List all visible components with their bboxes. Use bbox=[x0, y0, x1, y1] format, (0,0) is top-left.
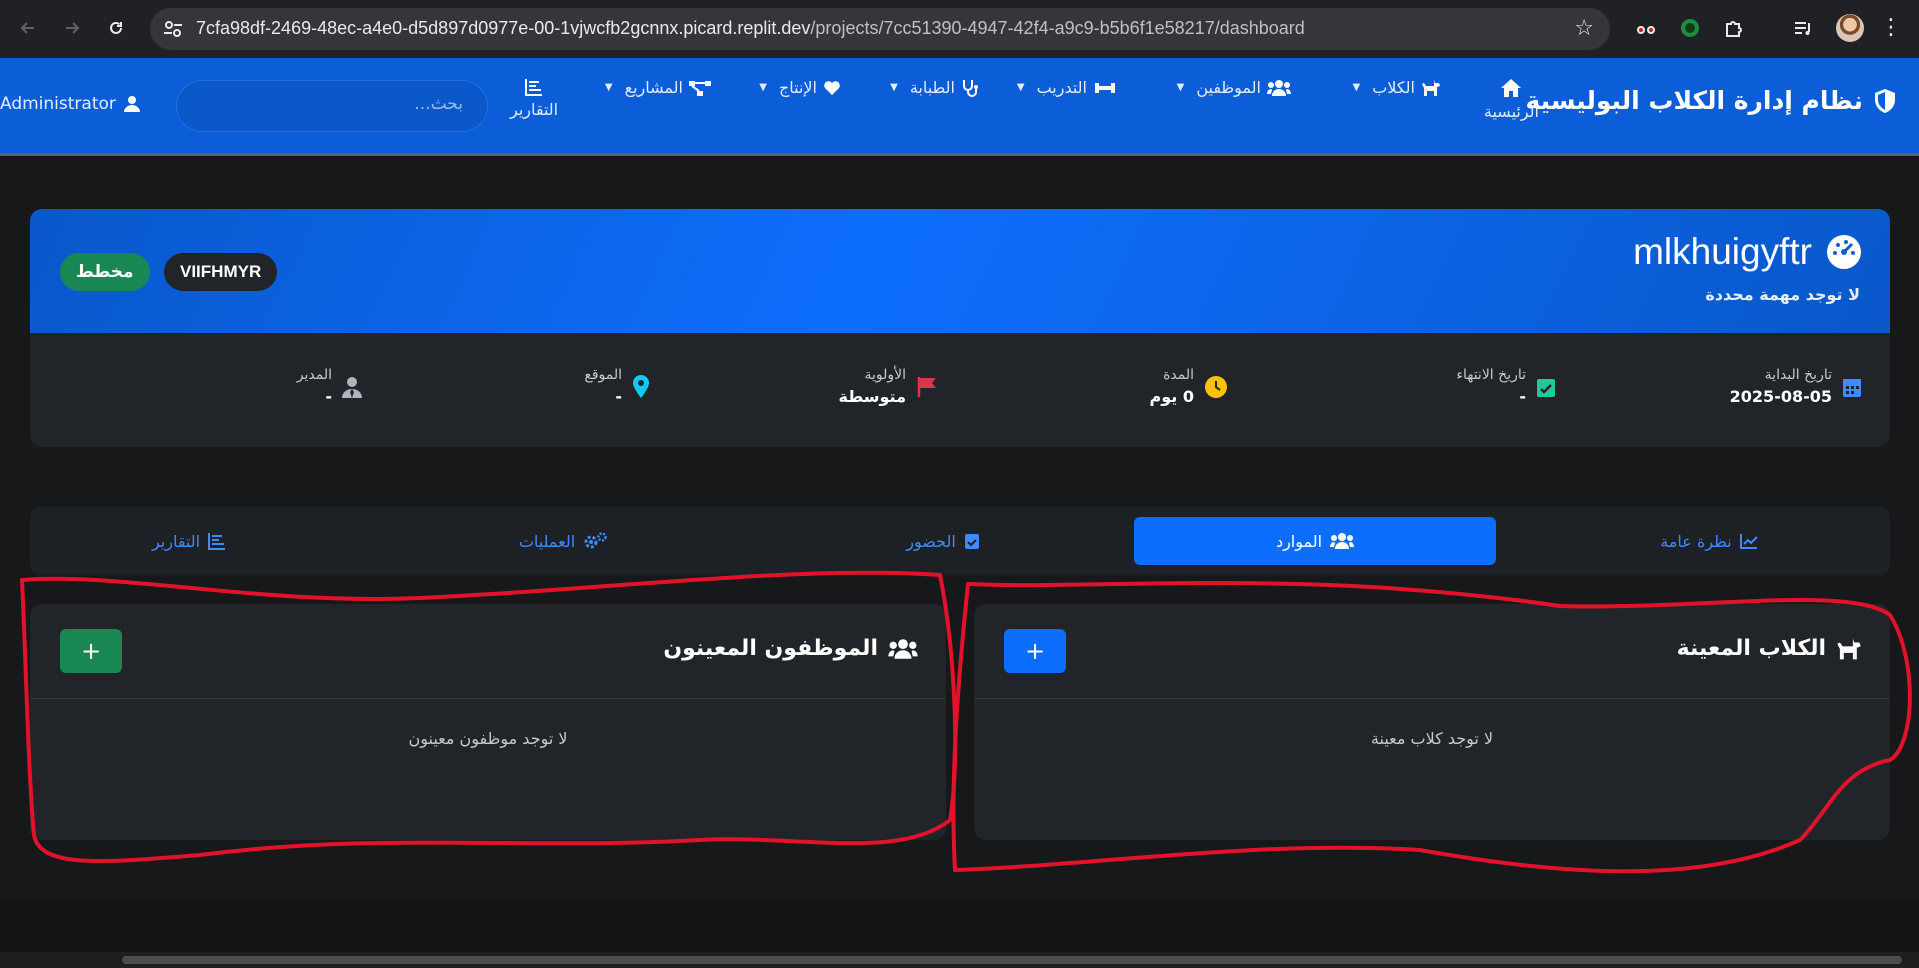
reload-icon[interactable] bbox=[100, 12, 132, 44]
cogs-icon bbox=[584, 532, 607, 549]
meta-priority: الأولوية متوسطة bbox=[839, 367, 939, 406]
users-icon bbox=[1267, 79, 1291, 96]
tab-reports[interactable]: التقارير bbox=[8, 517, 370, 565]
tab-attendance[interactable]: الحضور bbox=[762, 517, 1124, 565]
search-input[interactable]: بحث... bbox=[176, 80, 488, 132]
heart-icon bbox=[824, 80, 840, 95]
brand[interactable]: نظام إدارة الكلاب البوليسية bbox=[1525, 86, 1897, 115]
meta-manager: المدير - bbox=[297, 367, 362, 406]
chevron-down-icon: ▼ bbox=[1352, 82, 1361, 93]
add-employee-button[interactable]: + bbox=[60, 629, 122, 673]
project-header-card: mlkhuigyftr لا توجد مهمة محددة VIIFHMYR … bbox=[30, 209, 1890, 447]
dog-icon bbox=[1837, 638, 1861, 659]
tab-overview[interactable]: نظرة عامة bbox=[1528, 517, 1890, 565]
chevron-down-icon: ▼ bbox=[1176, 82, 1185, 93]
panel-title: الكلاب المعينة bbox=[1677, 636, 1862, 661]
media-control-icon[interactable] bbox=[1790, 15, 1816, 41]
users-icon bbox=[888, 638, 918, 659]
panel-header: الكلاب المعينة + bbox=[974, 604, 1890, 699]
project-header: mlkhuigyftr لا توجد مهمة محددة VIIFHMYR … bbox=[30, 209, 1890, 333]
home-icon bbox=[1501, 79, 1522, 97]
add-dog-button[interactable]: + bbox=[1004, 629, 1066, 673]
chevron-down-icon: ▼ bbox=[1016, 82, 1025, 93]
browser-menu-icon[interactable]: ⋮ bbox=[1880, 14, 1902, 42]
back-arrow-icon[interactable] bbox=[12, 12, 44, 44]
empty-staff-message: لا توجد موظفون معينون bbox=[408, 729, 568, 748]
project-title: mlkhuigyftr bbox=[1633, 231, 1862, 273]
map-pin-icon bbox=[633, 374, 649, 398]
clock-icon bbox=[1205, 375, 1227, 398]
nav-home[interactable]: الرئيسية bbox=[1484, 78, 1539, 121]
chevron-down-icon: ▼ bbox=[759, 82, 767, 93]
scrollbar-thumb[interactable] bbox=[122, 956, 1902, 964]
empty-dogs-message: لا توجد كلاب معينة bbox=[1370, 729, 1494, 748]
tab-resources[interactable]: الموارد bbox=[1134, 517, 1496, 565]
dashboard-gauge-icon bbox=[1827, 235, 1861, 269]
dog-icon bbox=[1422, 79, 1440, 96]
user-icon bbox=[123, 96, 140, 112]
nav-employees[interactable]: الموظفين ▼ bbox=[1177, 78, 1291, 97]
nav-training[interactable]: التدريب ▼ bbox=[1017, 78, 1117, 97]
forward-arrow-icon[interactable] bbox=[56, 12, 88, 44]
meta-duration: المدة 0 يوم bbox=[1150, 367, 1228, 406]
assigned-dogs-panel: الكلاب المعينة + لا توجد كلاب معينة bbox=[974, 604, 1890, 840]
project-subtitle: لا توجد مهمة محددة bbox=[1705, 285, 1860, 304]
chevron-down-icon: ▼ bbox=[890, 82, 898, 93]
flag-icon bbox=[917, 376, 936, 397]
extension-green-icon[interactable] bbox=[1677, 15, 1703, 41]
bookmark-star-icon[interactable]: ☆ bbox=[1574, 16, 1594, 41]
panel-title: الموظفون المعينون bbox=[663, 636, 918, 661]
assigned-staff-panel: الموظفون المعينون + لا توجد موظفون معينو… bbox=[30, 604, 946, 840]
calendar-check-icon bbox=[964, 534, 979, 549]
extensions-puzzle-icon[interactable] bbox=[1721, 15, 1747, 41]
site-info-icon[interactable] bbox=[162, 18, 184, 40]
status-badge: مخطط bbox=[60, 253, 150, 291]
extension-glasses-icon[interactable] bbox=[1633, 15, 1659, 41]
brand-title: نظام إدارة الكلاب البوليسية bbox=[1525, 86, 1863, 115]
url-text: 7cfa98df-2469-48ec-a4e0-d5d897d0977e-00-… bbox=[196, 18, 1305, 38]
user-menu[interactable]: Administrator bbox=[0, 94, 140, 114]
meta-start-date: تاريخ البداية 2025-08-05 bbox=[1730, 367, 1862, 406]
browser-toolbar: 7cfa98df-2469-48ec-a4e0-d5d897d0977e-00-… bbox=[0, 0, 1919, 58]
panel-header: الموظفون المعينون + bbox=[30, 604, 946, 699]
profile-avatar[interactable] bbox=[1836, 14, 1864, 42]
meta-end-date: تاريخ الانتهاء - bbox=[1456, 367, 1556, 406]
chart-line-icon bbox=[1739, 534, 1758, 549]
horizontal-scrollbar[interactable] bbox=[0, 952, 1919, 968]
dumbbell-icon bbox=[1095, 82, 1115, 93]
chevron-down-icon: ▼ bbox=[604, 82, 613, 93]
shield-icon bbox=[1875, 88, 1895, 113]
main-content: mlkhuigyftr لا توجد مهمة محددة VIIFHMYR … bbox=[0, 159, 1919, 899]
address-bar[interactable]: 7cfa98df-2469-48ec-a4e0-d5d897d0977e-00-… bbox=[150, 8, 1610, 50]
user-tie-icon bbox=[342, 376, 362, 398]
nav-veterinary[interactable]: الطبابة ▼ bbox=[890, 78, 979, 97]
users-icon bbox=[1330, 533, 1355, 549]
app-navbar: نظام إدارة الكلاب البوليسية الرئيسية الك… bbox=[0, 58, 1919, 156]
nav-production[interactable]: الإنتاج ▼ bbox=[759, 78, 841, 97]
nav-dogs[interactable]: الكلاب ▼ bbox=[1353, 78, 1441, 97]
nav-reports[interactable]: التقارير bbox=[510, 78, 558, 119]
project-code-badge: VIIFHMYR bbox=[164, 253, 278, 291]
calendar-check-icon bbox=[1537, 378, 1555, 397]
chart-bar-icon bbox=[208, 533, 226, 550]
tab-operations[interactable]: العمليات bbox=[382, 517, 744, 565]
tab-bar: نظرة عامة الموارد الحضور العمليات التقار… bbox=[30, 507, 1890, 575]
nav-projects[interactable]: المشاريع ▼ bbox=[605, 78, 711, 97]
meta-location: الموقع - bbox=[584, 367, 650, 406]
calendar-icon bbox=[1843, 378, 1861, 397]
stethoscope-icon bbox=[963, 79, 978, 97]
chart-bar-icon bbox=[525, 79, 543, 96]
project-diagram-icon bbox=[689, 80, 711, 96]
